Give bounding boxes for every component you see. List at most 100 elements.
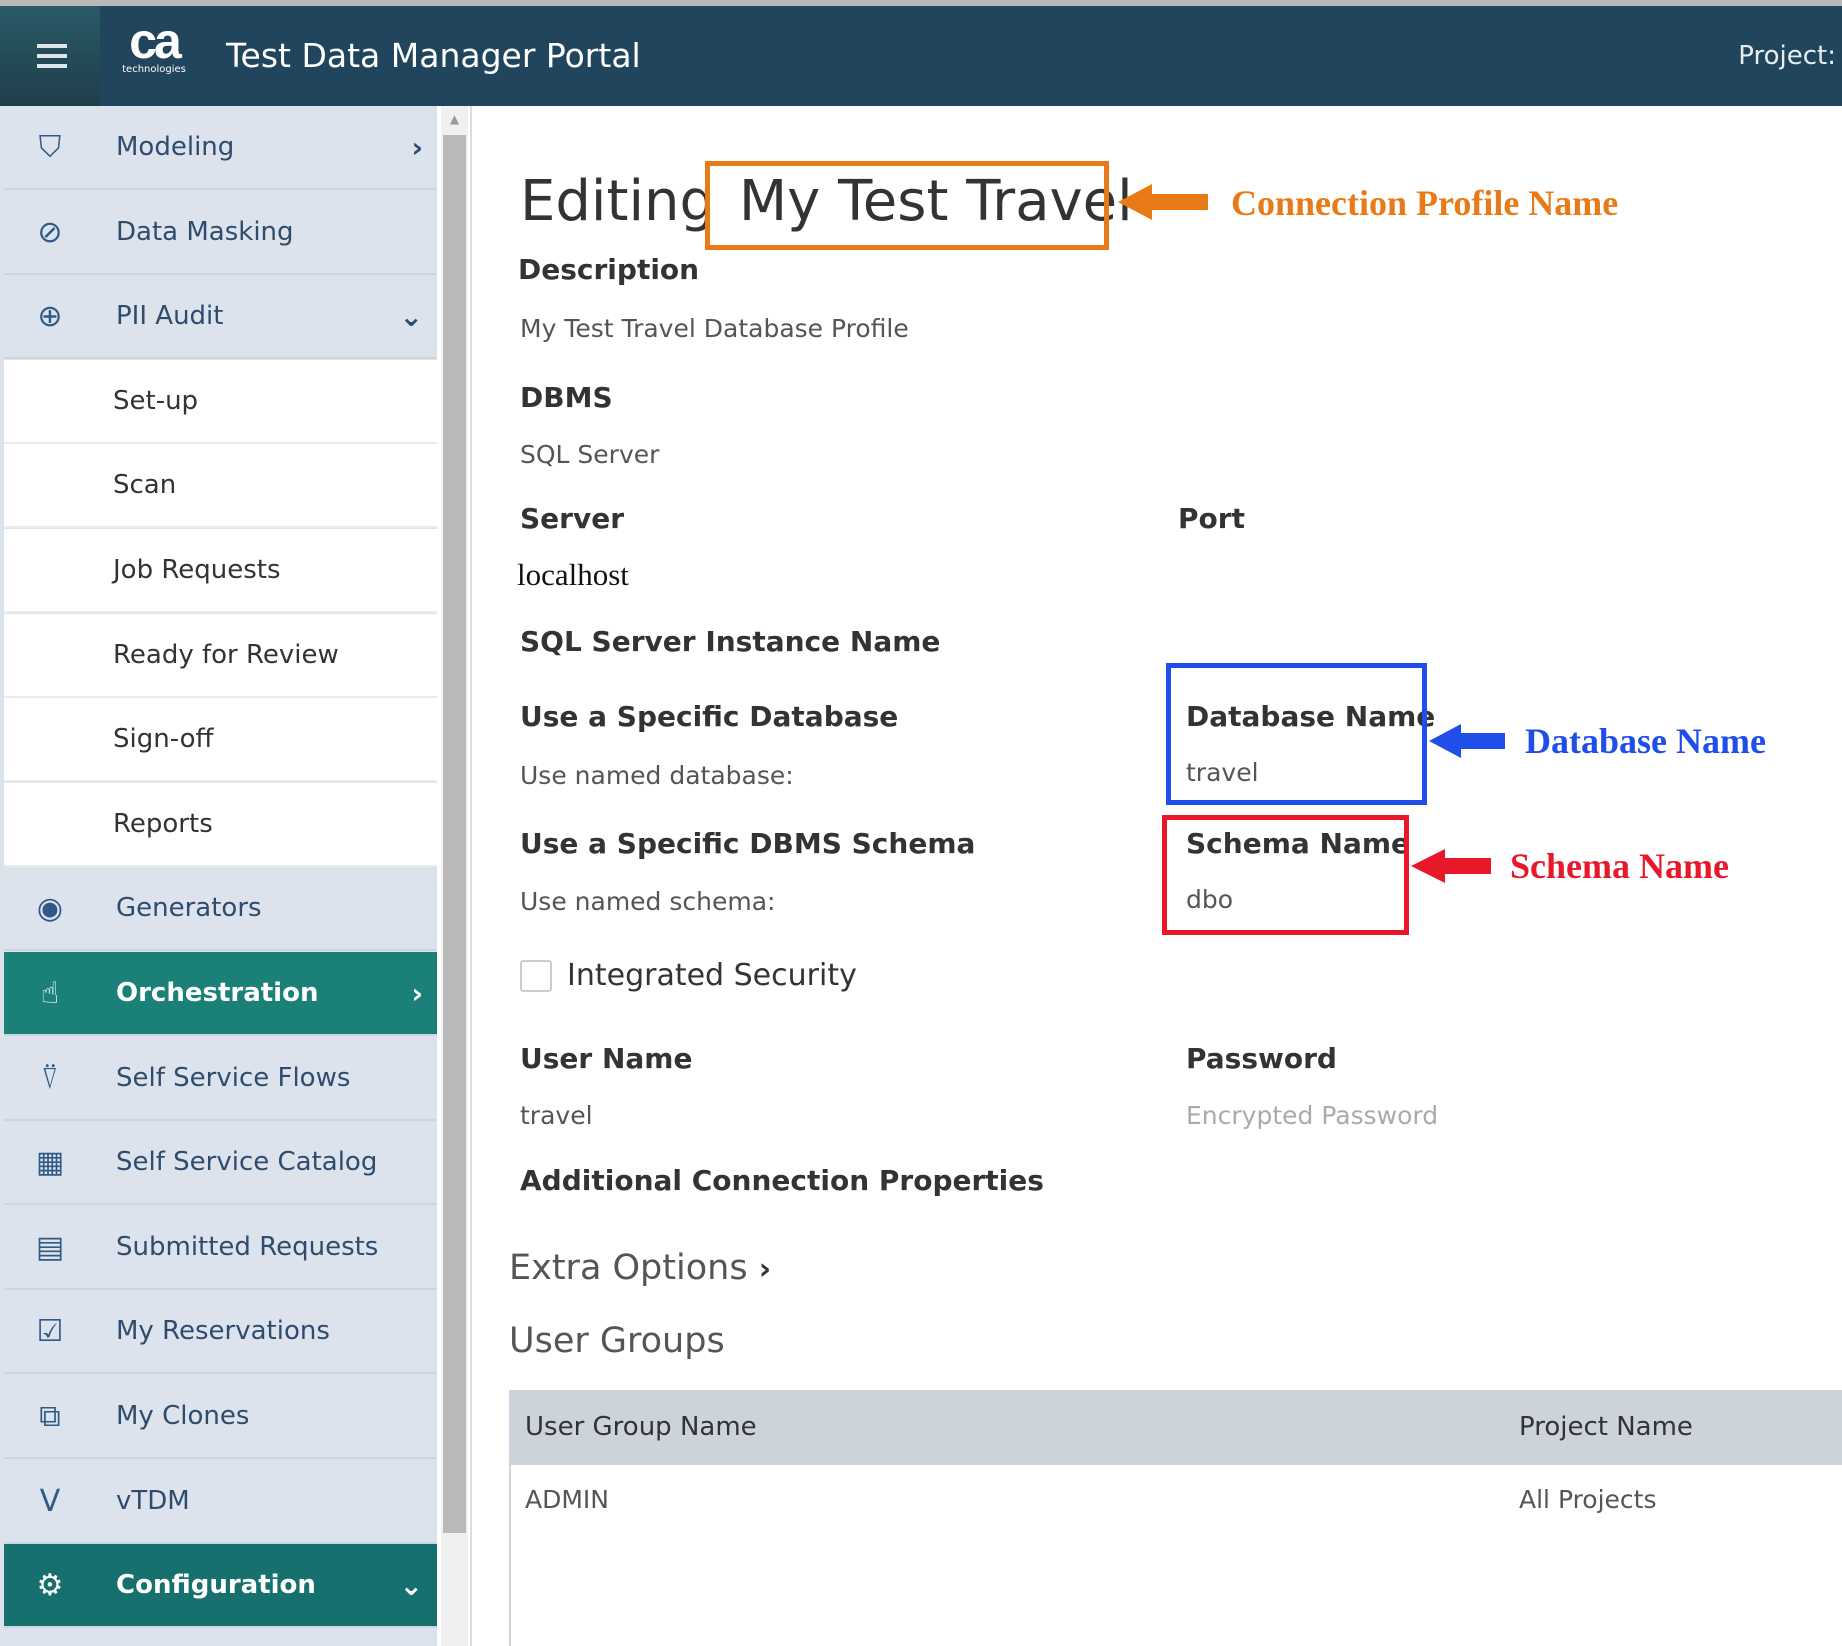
extra-options-toggle[interactable]: Extra Options › <box>509 1247 771 1291</box>
description-label: Description <box>518 253 700 286</box>
annotation-database-name: Database Name <box>1525 721 1766 761</box>
sidebar-item-job-requests[interactable]: Job Requests <box>4 529 437 613</box>
sidebar-item-label: PII Audit <box>116 301 224 332</box>
username-label: User Name <box>520 1042 693 1075</box>
chevron-down-icon[interactable]: ⌄ <box>400 1568 423 1604</box>
logo-subtext: technologies <box>122 64 186 75</box>
specific-schema-value: Use named schema: <box>520 887 776 916</box>
password-field[interactable]: Encrypted Password <box>1186 1101 1438 1131</box>
sidebar-item-label: Orchestration <box>116 978 319 1008</box>
sidebar-divider <box>470 106 472 1646</box>
server-label: Server <box>520 502 625 535</box>
calendar-check-icon: ☑ <box>36 1314 64 1350</box>
username-value[interactable]: travel <box>520 1101 593 1131</box>
specific-schema-label: Use a Specific DBMS Schema <box>520 827 976 860</box>
sidebar-item-reports[interactable]: Reports <box>4 782 437 867</box>
blue-arrow-icon <box>1429 724 1505 758</box>
column-header-user-group-name[interactable]: User Group Name <box>525 1410 757 1444</box>
specific-database-value: Use named database: <box>520 761 794 790</box>
sidebar-item-label: Reports <box>113 808 213 839</box>
sidebar-item-label: Sign-off <box>113 724 214 755</box>
generators-icon: ◉ <box>36 891 64 927</box>
port-label: Port <box>1178 502 1245 535</box>
table-row[interactable]: ADMIN All Projects <box>511 1468 1842 1534</box>
database-name-highlight <box>1166 663 1427 805</box>
logo-text: ca <box>129 13 182 69</box>
instance-name-label: SQL Server Instance Name <box>520 625 941 658</box>
chevron-right-icon: › <box>758 1252 772 1287</box>
self-service-flows-icon: ⍢ <box>41 1060 59 1096</box>
integrated-security-label[interactable]: Integrated Security <box>567 959 857 993</box>
sidebar-item-label: Ready for Review <box>113 639 339 670</box>
sidebar-item-self-service-catalog[interactable]: ▦ Self Service Catalog <box>4 1121 437 1206</box>
project-selector[interactable]: Project: <box>1738 40 1836 72</box>
orange-arrow-icon <box>1118 184 1208 220</box>
sidebar-item-set-up[interactable]: Set-up <box>4 359 437 444</box>
scrollbar-thumb[interactable] <box>443 135 466 1533</box>
cell-project-name: All Projects <box>1519 1485 1657 1514</box>
pii-audit-icon: ⊕ <box>37 299 63 335</box>
sidebar-item-orchestration[interactable]: ☝ Orchestration › <box>4 952 437 1036</box>
grid-icon: ▦ <box>35 1145 65 1181</box>
sidebar-item-submitted-requests[interactable]: ▤ Submitted Requests <box>4 1205 437 1290</box>
sidebar-item-label: Modeling <box>116 132 235 162</box>
integrated-security-checkbox[interactable] <box>520 960 552 992</box>
sidebar-item-label: Self Service Flows <box>116 1062 351 1093</box>
hamburger-line <box>37 54 67 58</box>
chevron-right-icon[interactable]: › <box>411 976 423 1012</box>
red-arrow-icon <box>1411 849 1491 883</box>
sidebar-item-generators[interactable]: ◉ Generators <box>4 867 437 952</box>
scroll-up-arrow[interactable]: ▲ <box>441 112 468 128</box>
sidebar-item-data-masking[interactable]: ⊘ Data Masking <box>4 190 437 275</box>
hamburger-menu-button[interactable] <box>0 6 100 106</box>
schema-name-highlight <box>1162 815 1409 935</box>
sidebar-item-pii-audit[interactable]: ⊕ PII Audit ⌄ <box>4 275 437 360</box>
sidebar-item-ready-for-review[interactable]: Ready for Review <box>4 613 437 698</box>
user-groups-heading: User Groups <box>509 1321 725 1361</box>
sidebar-item-label: Data Masking <box>116 216 294 247</box>
editing-label: Editing <box>520 169 716 234</box>
server-value: localhost <box>517 557 629 592</box>
specific-database-label: Use a Specific Database <box>520 700 899 733</box>
dbms-label: DBMS <box>520 381 613 414</box>
description-value: My Test Travel Database Profile <box>520 314 909 343</box>
annotation-profile-name: Connection Profile Name <box>1231 183 1619 223</box>
sidebar-item-label: My Clones <box>116 1401 250 1431</box>
clones-icon: ⧉ <box>39 1399 61 1434</box>
sidebar-item-label: My Reservations <box>116 1316 330 1347</box>
chevron-down-icon[interactable]: ⌄ <box>400 299 423 335</box>
submitted-requests-icon: ▤ <box>35 1229 65 1265</box>
column-header-project-name[interactable]: Project Name <box>1519 1410 1693 1444</box>
chevron-right-icon[interactable]: › <box>411 130 423 166</box>
sidebar-item-self-service-flows[interactable]: ⍢ Self Service Flows <box>4 1036 437 1121</box>
annotation-schema-name: Schema Name <box>1510 846 1729 886</box>
sidebar-item-label: Submitted Requests <box>116 1231 379 1262</box>
ca-logo: ca technologies <box>118 13 190 88</box>
profile-name-highlight <box>705 161 1109 250</box>
cell-user-group-name: ADMIN <box>525 1485 609 1514</box>
data-masking-icon: ⊘ <box>37 214 63 250</box>
dbms-value: SQL Server <box>520 440 660 469</box>
hamburger-line <box>37 64 67 68</box>
sidebar-item-vtdm[interactable]: VvTDM <box>4 1459 437 1544</box>
extra-options-label: Extra Options <box>509 1248 748 1288</box>
sidebar-item-label: Generators <box>116 893 262 924</box>
sidebar-item-label: vTDM <box>116 1485 190 1516</box>
sidebar-item-my-reservations[interactable]: ☑ My Reservations <box>4 1290 437 1375</box>
sidebar-item-label: Job Requests <box>113 555 281 585</box>
sidebar-item-my-clones[interactable]: ⧉ My Clones <box>4 1375 437 1459</box>
vtdm-icon: V <box>39 1483 61 1519</box>
sidebar-item-label: Scan <box>113 470 177 501</box>
additional-properties-label: Additional Connection Properties <box>520 1164 1044 1197</box>
gear-icon: ⚙ <box>36 1568 64 1604</box>
sidebar-item-label: Self Service Catalog <box>116 1147 378 1178</box>
sidebar-item-label: Set-up <box>113 385 199 416</box>
sidebar-item-sign-off[interactable]: Sign-off <box>4 698 437 783</box>
sidebar-item-label: Configuration <box>116 1570 316 1601</box>
sidebar-item-configuration[interactable]: ⚙ Configuration ⌄ <box>4 1544 437 1629</box>
modeling-icon: ⛉ <box>38 130 62 165</box>
sidebar-item-scan[interactable]: Scan <box>4 444 437 529</box>
orchestration-icon: ☝ <box>40 976 60 1011</box>
hamburger-line <box>37 44 67 48</box>
sidebar-item-modeling[interactable]: ⛉ Modeling › <box>4 106 437 190</box>
